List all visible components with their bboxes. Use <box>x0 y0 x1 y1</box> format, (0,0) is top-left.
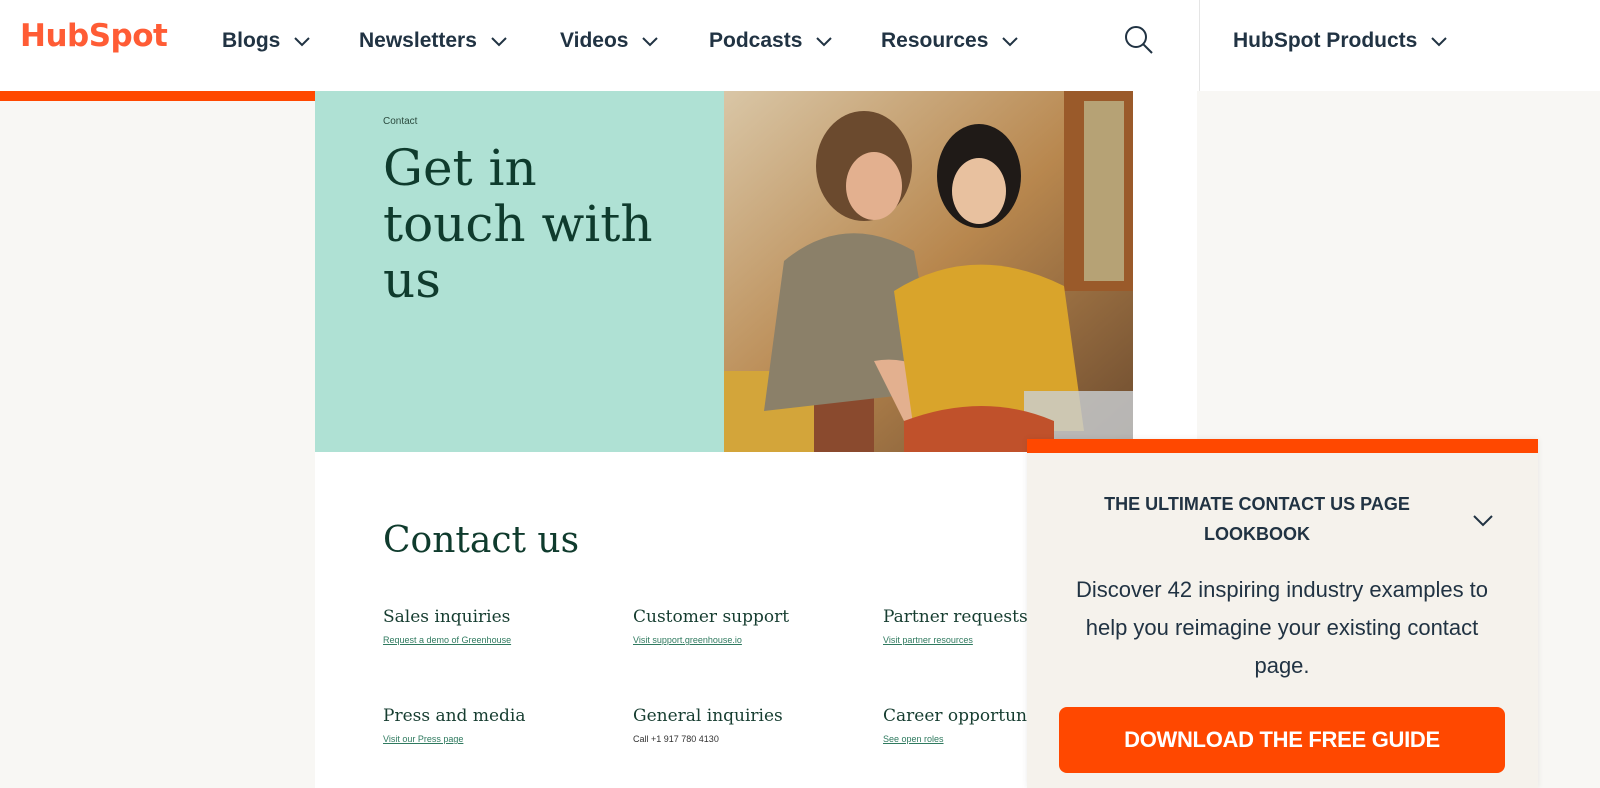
download-guide-button[interactable]: DOWNLOAD THE FREE GUIDE <box>1059 707 1505 773</box>
hero-illustration <box>724 91 1133 452</box>
nav-item-label: Podcasts <box>709 29 803 52</box>
search-icon[interactable] <box>1123 24 1155 56</box>
contact-phone: Call +1 917 780 4130 <box>633 734 719 744</box>
top-nav: HubSpot Blogs Newsletters Videos Podcast… <box>0 0 1600 91</box>
contact-heading: Career opportunit <box>883 706 1040 726</box>
contact-item-partner: Partner requests Visit partner resources <box>883 607 1028 645</box>
lookbook-popup: THE ULTIMATE CONTACT US PAGE LOOKBOOK Di… <box>1027 439 1538 788</box>
contact-item-sales: Sales inquiries Request a demo of Greenh… <box>383 607 511 645</box>
hero-photo <box>724 91 1133 452</box>
nav-item-label: Resources <box>881 29 989 52</box>
popup-description: Discover 42 inspiring industry examples … <box>1075 577 1489 678</box>
nav-item-podcasts[interactable]: Podcasts <box>709 26 834 56</box>
chevron-down-icon <box>491 37 507 47</box>
contact-link[interactable]: Visit support.greenhouse.io <box>633 635 789 645</box>
contact-link[interactable]: See open roles <box>883 734 1039 744</box>
nav-item-resources[interactable]: Resources <box>881 26 1020 56</box>
nav-item-label: Newsletters <box>359 29 477 52</box>
nav-item-blogs[interactable]: Blogs <box>222 26 312 56</box>
nav-item-hubspot-products[interactable]: HubSpot Products <box>1233 26 1449 56</box>
chevron-down-icon <box>1002 37 1019 47</box>
chevron-down-icon <box>642 37 659 47</box>
nav-item-newsletters[interactable]: Newsletters <box>359 26 509 56</box>
page-title: Get in touch with us <box>383 139 653 309</box>
contact-heading: Press and media <box>383 706 526 726</box>
popup-title: THE ULTIMATE CONTACT US PAGE LOOKBOOK <box>1104 494 1410 544</box>
contact-heading: General inquiries <box>633 706 783 726</box>
nav-divider <box>1199 0 1200 91</box>
contact-item-general: General inquiries Call +1 917 780 4130 <box>633 706 783 744</box>
contact-link[interactable]: Request a demo of Greenhouse <box>383 635 511 645</box>
contact-item-careers: Career opportunit See open roles <box>883 706 1039 744</box>
nav-item-label: HubSpot Products <box>1233 29 1418 52</box>
chevron-down-icon <box>294 37 311 47</box>
nav-item-videos[interactable]: Videos <box>560 26 660 56</box>
breadcrumb[interactable]: Contact <box>383 116 417 127</box>
contact-section-title: Contact us <box>383 520 580 561</box>
hubspot-logo[interactable]: HubSpot <box>20 18 168 54</box>
contact-link[interactable]: Visit partner resources <box>883 635 1028 645</box>
contact-item-support: Customer support Visit support.greenhous… <box>633 607 789 645</box>
contact-item-press: Press and media Visit our Press page <box>383 706 525 744</box>
contact-heading: Sales inquiries <box>383 607 511 627</box>
contact-heading: Partner requests <box>883 607 1028 627</box>
nav-item-label: Videos <box>560 29 629 52</box>
contact-heading: Customer support <box>633 607 790 627</box>
reading-progress-bar <box>0 91 368 101</box>
chevron-down-icon <box>1431 37 1448 47</box>
contact-link[interactable]: Visit our Press page <box>383 734 525 744</box>
nav-item-label: Blogs <box>222 29 281 52</box>
chevron-down-icon <box>816 37 833 47</box>
chevron-down-icon[interactable] <box>1470 507 1496 533</box>
